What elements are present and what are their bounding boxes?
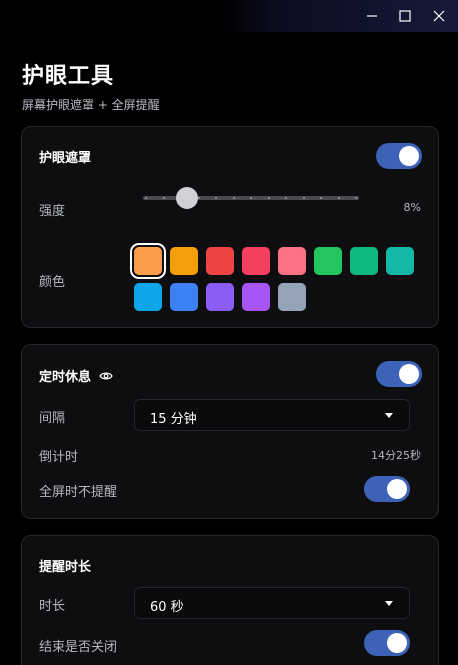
color-swatch[interactable] [314,247,342,275]
duration-value: 60 秒 [150,600,184,615]
slider-tick [215,197,217,199]
intensity-value: 8% [403,201,421,214]
intensity-label: 强度 [39,204,66,219]
maximize-button[interactable] [388,0,422,32]
toggle-knob [387,633,407,653]
color-swatch[interactable] [170,283,198,311]
color-swatch[interactable] [242,283,270,311]
color-swatch[interactable] [134,247,162,275]
minimize-button[interactable] [355,0,389,32]
timed-break-toggle[interactable] [376,361,422,387]
close-button[interactable] [422,0,456,32]
eye-mask-toggle[interactable] [376,143,422,169]
close-icon [433,10,445,22]
toggle-knob [387,479,407,499]
no-remind-fullscreen-label: 全屏时不提醒 [39,485,118,500]
header: 护眼工具 屏幕护眼遮罩 + 全屏提醒 [22,58,160,113]
color-swatch[interactable] [278,283,306,311]
minimize-icon [367,15,377,17]
slider-tick [320,197,322,199]
interval-value: 15 分钟 [150,412,197,427]
countdown-value: 14分25秒 [371,449,421,462]
eye-mask-card: 护眼遮罩 强度 8% 颜色 [21,126,439,328]
interval-label: 间隔 [39,411,66,426]
color-swatch[interactable] [206,247,234,275]
timed-break-card: 定时休息 间隔 15 分钟 倒计时 14分25秒 全屏时不提醒 [21,344,439,519]
slider-tick [355,197,357,199]
slider-tick [145,197,147,199]
toggle-knob [399,364,419,384]
toggle-knob [399,146,419,166]
duration-select[interactable]: 60 秒 [134,587,410,619]
no-remind-fullscreen-toggle[interactable] [364,476,410,502]
color-swatch[interactable] [134,283,162,311]
slider-thumb[interactable] [175,187,198,209]
slider-tick [232,197,235,199]
app-subtitle: 屏幕护眼遮罩 + 全屏提醒 [22,98,160,112]
slider-tick [267,197,270,199]
color-label: 颜色 [39,275,66,290]
intensity-slider[interactable] [143,187,359,209]
color-swatch[interactable] [350,247,378,275]
reminder-duration-card: 提醒时长 时长 60 秒 结束是否关闭 [21,535,439,665]
interval-select[interactable]: 15 分钟 [134,399,410,431]
close-on-end-toggle[interactable] [364,630,410,656]
close-on-end-label: 结束是否关闭 [39,640,118,655]
timed-break-header: 定时休息 [39,366,113,385]
color-swatch[interactable] [278,247,306,275]
color-swatch[interactable] [206,283,234,311]
chevron-down-icon [385,413,393,418]
slider-tick [302,197,305,199]
color-swatch[interactable] [170,247,198,275]
reminder-duration-title: 提醒时长 [39,560,92,575]
slider-tick [250,197,252,199]
timed-break-title: 定时休息 [39,370,92,385]
countdown-label: 倒计时 [39,450,79,465]
color-swatch[interactable] [242,247,270,275]
chevron-down-icon [385,601,393,606]
slider-tick [285,197,287,199]
eye-mask-title: 护眼遮罩 [39,151,92,166]
eye-icon[interactable] [99,371,113,381]
maximize-icon [399,10,411,22]
slider-tick [162,197,165,199]
app-title: 护眼工具 [22,64,115,89]
duration-label: 时长 [39,599,66,614]
title-bar [0,0,458,32]
color-swatch[interactable] [386,247,414,275]
slider-tick [337,197,340,199]
